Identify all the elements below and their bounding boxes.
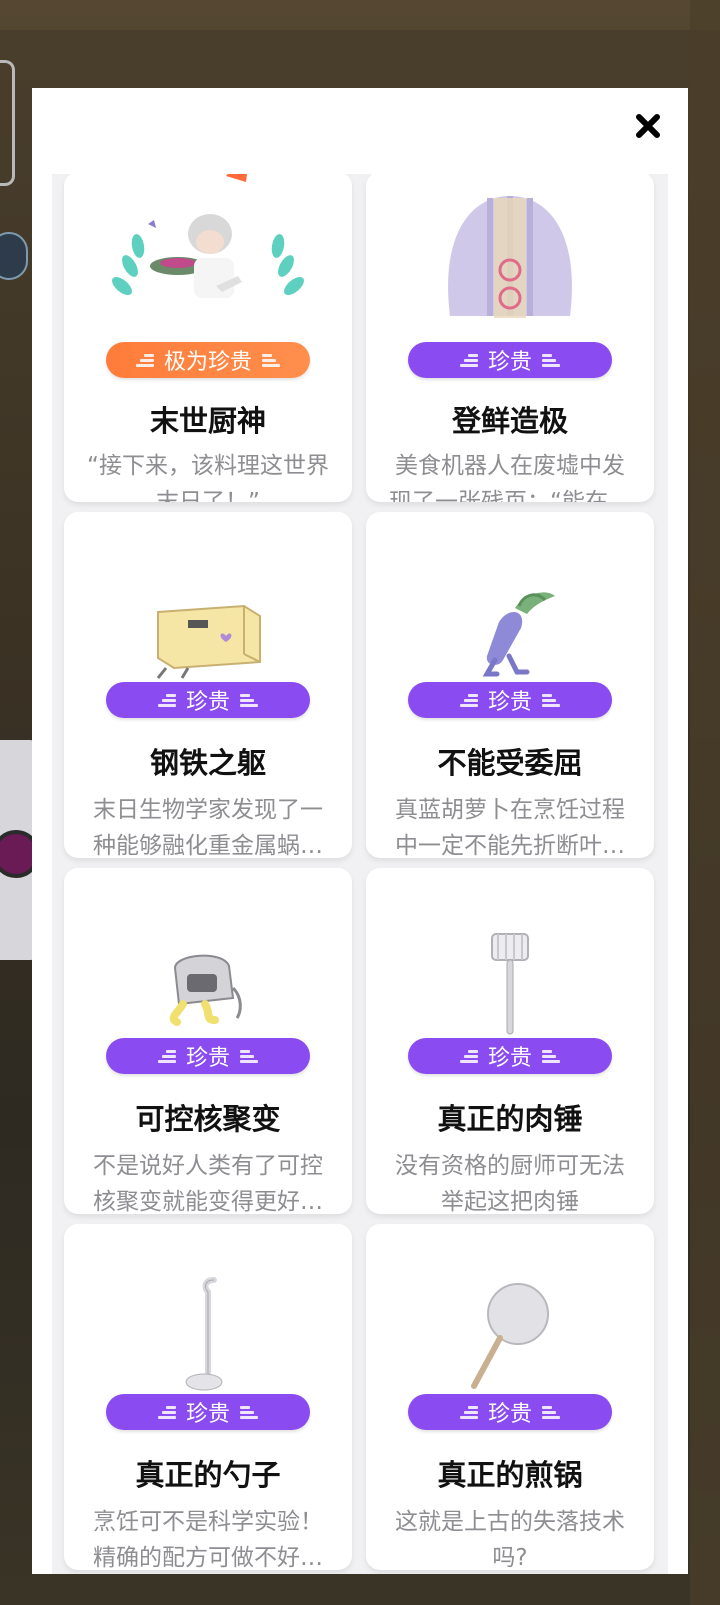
rarity-badge: 珍贵 — [106, 682, 310, 718]
box-creature-art — [64, 512, 352, 682]
close-icon — [636, 114, 660, 138]
achievement-card[interactable]: 珍贵 真正的勺子 烹饪可不是科学实验！精确的配方可做不好… — [64, 1224, 352, 1570]
rarity-label: 珍贵 — [185, 690, 230, 715]
rarity-label: 珍贵 — [487, 690, 532, 715]
stairs-icon — [262, 353, 280, 367]
achievement-grid: 极为珍贵 末世厨神 “接下来，该料理这世界末日了！” 珍贵 登鲜造极 美食机器人… — [64, 174, 654, 1570]
achievement-title: 真正的肉锤 — [437, 1102, 583, 1136]
achievement-title: 真正的煎锅 — [437, 1458, 583, 1492]
background-beam — [690, 0, 720, 1605]
rarity-badge: 珍贵 — [408, 1038, 612, 1074]
meat-hammer-art — [366, 868, 654, 1038]
achievement-description: 没有资格的厨师可无法举起这把肉锤 — [395, 1153, 625, 1214]
achievement-description: 烹饪可不是科学实验！精确的配方可做不好… — [93, 1509, 323, 1570]
background-badge — [0, 232, 28, 280]
achievement-card[interactable]: 珍贵 真正的肉锤 没有资格的厨师可无法举起这把肉锤 — [366, 868, 654, 1214]
close-button[interactable] — [628, 106, 668, 146]
background-tab — [0, 60, 15, 186]
achievement-title: 可控核聚变 — [135, 1102, 281, 1136]
achievement-title: 登鲜造极 — [451, 404, 568, 438]
scallop-shell-art — [366, 174, 654, 326]
reactor-creature-art — [64, 868, 352, 1038]
stairs-icon — [157, 1405, 176, 1419]
rarity-label: 珍贵 — [487, 350, 532, 375]
stairs-icon — [542, 1049, 560, 1063]
stairs-icon — [459, 693, 478, 707]
achievement-description: 美食机器人在废墟中发现了一张残页：“能在… — [389, 453, 631, 502]
achievement-title: 钢铁之躯 — [149, 746, 266, 780]
ladle-art — [64, 1224, 352, 1394]
blue-carrot-art — [366, 512, 654, 682]
rarity-label: 珍贵 — [185, 1402, 230, 1427]
rarity-badge: 珍贵 — [106, 1394, 310, 1430]
achievement-description: 末日生物学家发现了一种能够融化重金属蜗… — [93, 797, 323, 858]
achievement-title: 真正的勺子 — [135, 1458, 281, 1492]
achievement-title: 不能受委屈 — [437, 746, 583, 780]
stairs-icon — [135, 353, 154, 367]
rarity-label: 珍贵 — [185, 1046, 230, 1071]
achievement-card[interactable]: 珍贵 钢铁之躯 末日生物学家发现了一种能够融化重金属蜗… — [64, 512, 352, 858]
stairs-icon — [240, 1405, 258, 1419]
chef-character-art — [64, 174, 352, 326]
rarity-label: 珍贵 — [487, 1402, 532, 1427]
stairs-icon — [157, 1049, 176, 1063]
stairs-icon — [542, 1405, 560, 1419]
rarity-badge: 极为珍贵 — [106, 342, 310, 378]
rarity-badge: 珍贵 — [408, 342, 612, 378]
achievement-description: 不是说好人类有了可控核聚变就能变得更好… — [93, 1153, 323, 1214]
achievement-card[interactable]: 珍贵 登鲜造极 美食机器人在废墟中发现了一张残页：“能在… — [366, 174, 654, 502]
achievement-card[interactable]: 珍贵 可控核聚变 不是说好人类有了可控核聚变就能变得更好… — [64, 868, 352, 1214]
rarity-badge: 珍贵 — [106, 1038, 310, 1074]
frying-pan-art — [366, 1224, 654, 1394]
stairs-icon — [240, 693, 258, 707]
achievement-card[interactable]: 珍贵 真正的煎锅 这就是上古的失落技术吗? — [366, 1224, 654, 1570]
achievement-title: 末世厨神 — [149, 404, 266, 438]
achievement-description: “接下来，该料理这世界末日了！” — [87, 453, 329, 502]
achievement-description: 这就是上古的失落技术吗? — [395, 1509, 625, 1570]
achievement-modal: 极为珍贵 末世厨神 “接下来，该料理这世界末日了！” 珍贵 登鲜造极 美食机器人… — [32, 88, 688, 1574]
achievement-description: 真蓝胡萝卜在烹饪过程中一定不能先折断叶… — [395, 797, 625, 858]
rarity-badge: 珍贵 — [408, 682, 612, 718]
rarity-badge: 珍贵 — [408, 1394, 612, 1430]
rarity-label: 极为珍贵 — [163, 350, 252, 375]
rarity-label: 珍贵 — [487, 1046, 532, 1071]
background-beam — [0, 0, 720, 30]
stairs-icon — [157, 693, 176, 707]
achievement-card[interactable]: 珍贵 不能受委屈 真蓝胡萝卜在烹饪过程中一定不能先折断叶… — [366, 512, 654, 858]
achievement-card[interactable]: 极为珍贵 末世厨神 “接下来，该料理这世界末日了！” — [64, 174, 352, 502]
stairs-icon — [240, 1049, 258, 1063]
stairs-icon — [459, 1049, 478, 1063]
achievement-list[interactable]: 极为珍贵 末世厨神 “接下来，该料理这世界末日了！” 珍贵 登鲜造极 美食机器人… — [52, 174, 668, 1574]
stairs-icon — [459, 353, 478, 367]
stairs-icon — [542, 353, 560, 367]
stairs-icon — [542, 693, 560, 707]
stairs-icon — [459, 1405, 478, 1419]
